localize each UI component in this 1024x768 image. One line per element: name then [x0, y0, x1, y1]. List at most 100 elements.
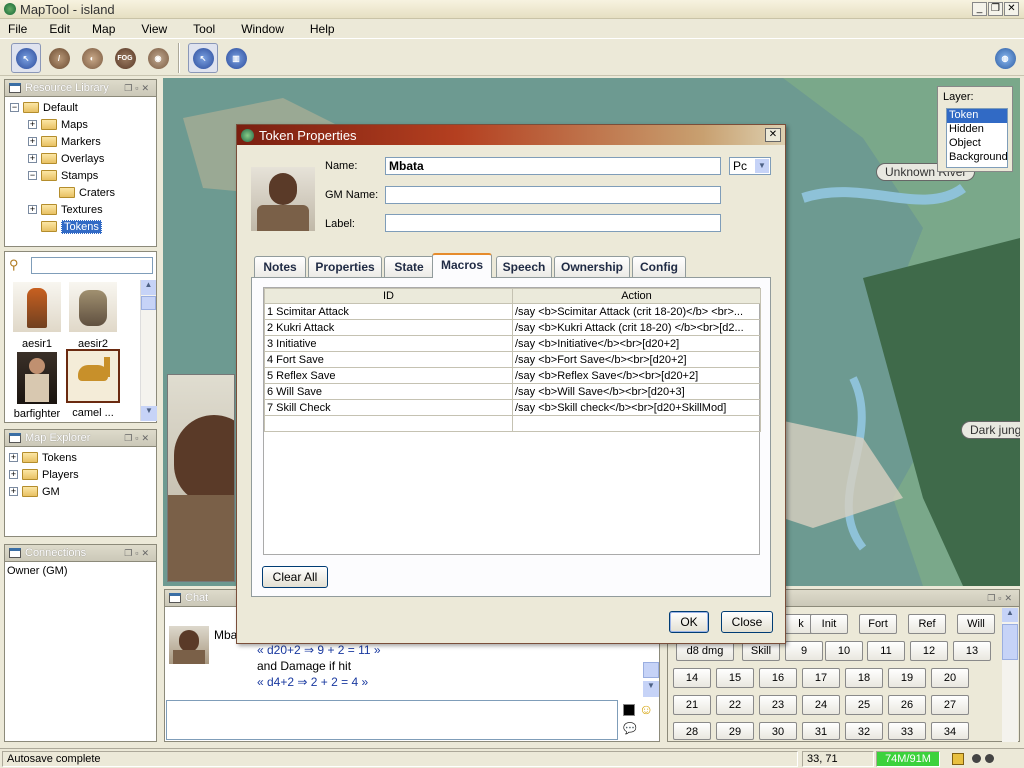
macro-button[interactable]: 22	[716, 695, 754, 715]
scroll-thumb[interactable]	[643, 662, 659, 678]
scroll-down-icon[interactable]: ▼	[643, 681, 659, 697]
speech-bubble-icon[interactable]: 💬	[623, 722, 637, 735]
expand-icon[interactable]: +	[9, 487, 18, 496]
table-row[interactable]: 6 Will Save/say <b>Will Save</b><br>[d20…	[264, 383, 761, 400]
panel-controls-icon[interactable]: ❐▫✕	[124, 83, 152, 94]
label-input[interactable]	[385, 214, 721, 232]
pointer-tool-button[interactable]: ↖	[11, 43, 41, 73]
chat-scrollbar[interactable]: ▼	[643, 662, 659, 698]
macro-button[interactable]: 17	[802, 668, 840, 688]
macro-button[interactable]: 9	[785, 641, 823, 661]
macro-button[interactable]: 34	[931, 722, 969, 740]
macro-scrollbar[interactable]: ▲	[1002, 608, 1018, 742]
tab-state[interactable]: State	[384, 256, 434, 277]
macro-button[interactable]: 16	[759, 668, 797, 688]
macro-button-d8dmg[interactable]: d8 dmg	[676, 641, 734, 661]
macro-button-skill[interactable]: Skill	[742, 641, 780, 661]
macro-button[interactable]: 10	[825, 641, 863, 661]
server-button[interactable]: ◍	[990, 43, 1020, 73]
menu-window[interactable]: Window	[241, 22, 284, 36]
menu-help[interactable]: Help	[310, 22, 335, 36]
macro-button[interactable]: 15	[716, 668, 754, 688]
macro-button[interactable]: 29	[716, 722, 754, 740]
layer-option-hidden[interactable]: Hidden	[947, 123, 1007, 137]
smiley-icon[interactable]: ☺	[639, 701, 653, 717]
macro-button[interactable]: 20	[931, 668, 969, 688]
macro-button[interactable]: 32	[845, 722, 883, 740]
tree-item-players[interactable]: + Players	[9, 466, 156, 483]
layer-list[interactable]: Token Hidden Object Background	[946, 108, 1008, 168]
table-row[interactable]	[264, 415, 761, 432]
layer-option-background[interactable]: Background	[947, 151, 1008, 165]
thumbnail-scrollbar[interactable]: ▲ ▼	[140, 280, 157, 421]
macro-button-fort[interactable]: Fort	[859, 614, 897, 634]
thumbnail-aesir1[interactable]: aesir1	[11, 282, 63, 352]
tab-ownership[interactable]: Ownership	[554, 256, 630, 277]
macro-button-init[interactable]: Init	[810, 614, 848, 634]
macro-button[interactable]: 27	[931, 695, 969, 715]
tree-item[interactable]: − Stamps	[10, 167, 156, 184]
tree-item[interactable]: + Maps	[10, 116, 156, 133]
expand-icon[interactable]: +	[28, 137, 37, 146]
macro-button[interactable]: 31	[802, 722, 840, 740]
layer-option-object[interactable]: Object	[947, 137, 1007, 151]
close-button[interactable]: ✕	[1004, 2, 1019, 16]
measure-tool-button[interactable]: ▥	[221, 43, 251, 73]
token-type-select[interactable]: Pc ▼	[729, 157, 771, 175]
memory-meter[interactable]: 74M/91M	[876, 751, 940, 767]
table-row[interactable]: 5 Reflex Save/say <b>Reflex Save</b><br>…	[264, 367, 761, 384]
table-row[interactable]: 2 Kukri Attack/say <b>Kukri Attack (crit…	[264, 319, 761, 336]
gm-name-input[interactable]	[385, 186, 721, 204]
macro-button[interactable]: 18	[845, 668, 883, 688]
macro-button[interactable]: 33	[888, 722, 926, 740]
macro-button[interactable]: 14	[673, 668, 711, 688]
table-row[interactable]: 7 Skill Check/say <b>Skill check</b><br>…	[264, 399, 761, 416]
layer-option-token[interactable]: Token	[947, 109, 1007, 123]
expand-icon[interactable]: +	[28, 120, 37, 129]
tab-properties[interactable]: Properties	[308, 256, 382, 277]
panel-controls-icon[interactable]: ❐▫✕	[124, 548, 152, 559]
macro-button[interactable]: 13	[953, 641, 991, 661]
macro-button[interactable]: 23	[759, 695, 797, 715]
macro-button-ref[interactable]: Ref	[908, 614, 946, 634]
text-color-swatch[interactable]	[623, 704, 635, 716]
chat-input[interactable]	[166, 700, 618, 740]
tree-item[interactable]: Craters	[10, 184, 156, 201]
tree-item[interactable]: Tokens	[10, 218, 156, 235]
pointer-mode-button[interactable]: ↖	[188, 43, 218, 73]
expand-icon[interactable]: +	[9, 453, 18, 462]
expand-icon[interactable]: +	[28, 154, 37, 163]
name-input[interactable]: Mbata	[385, 157, 721, 175]
tab-speech[interactable]: Speech	[496, 256, 552, 277]
scroll-thumb[interactable]	[141, 296, 156, 310]
search-input[interactable]	[31, 257, 153, 274]
menu-view[interactable]: View	[141, 22, 167, 36]
menu-file[interactable]: File	[8, 22, 27, 36]
fog-tool-button[interactable]: FOG	[110, 43, 140, 73]
macro-button[interactable]: 30	[759, 722, 797, 740]
tree-item-tokens[interactable]: + Tokens	[9, 449, 156, 466]
scroll-up-icon[interactable]: ▲	[1002, 608, 1018, 622]
vision-tool-button[interactable]: ◉	[143, 43, 173, 73]
expand-icon[interactable]: +	[9, 470, 18, 479]
menu-map[interactable]: Map	[92, 22, 115, 36]
thumbnail-barfighter[interactable]: barfighter	[11, 352, 63, 422]
column-header-action[interactable]: Action	[512, 288, 761, 304]
scroll-thumb[interactable]	[1002, 624, 1018, 660]
tree-item[interactable]: − Default	[10, 99, 156, 116]
menu-edit[interactable]: Edit	[49, 22, 70, 36]
table-row[interactable]: 3 Initiative/say <b>Initiative</b><br>[d…	[264, 335, 761, 352]
table-row[interactable]: 4 Fort Save/say <b>Fort Save</b><br>[d20…	[264, 351, 761, 368]
panel-controls-icon[interactable]: ❐▫✕	[124, 433, 152, 444]
draw-tool-button[interactable]: /	[44, 43, 74, 73]
macro-button[interactable]: 12	[910, 641, 948, 661]
tab-config[interactable]: Config	[632, 256, 686, 277]
tree-item-gm[interactable]: + GM	[9, 483, 156, 500]
template-tool-button[interactable]: ◐	[77, 43, 107, 73]
close-dialog-button[interactable]: Close	[721, 611, 773, 633]
macro-button[interactable]: 19	[888, 668, 926, 688]
menu-tool[interactable]: Tool	[193, 22, 215, 36]
macro-button-will[interactable]: Will	[957, 614, 995, 634]
scroll-down-icon[interactable]: ▼	[141, 406, 157, 421]
panel-controls-icon[interactable]: ❐▫✕	[987, 593, 1015, 604]
